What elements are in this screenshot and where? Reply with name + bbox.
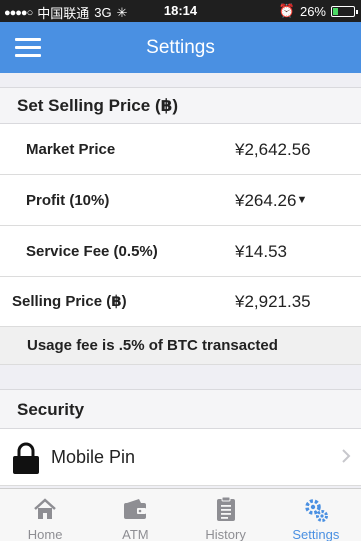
battery-icon xyxy=(331,5,358,17)
status-right: ⏰ 26% xyxy=(278,3,358,19)
chevron-right-icon xyxy=(342,449,351,463)
usage-fee-notice: Usage fee is .5% of BTC transacted xyxy=(0,327,361,365)
page-title: Settings xyxy=(146,37,215,58)
tab-atm[interactable]: ATM xyxy=(90,489,180,541)
clipboard-icon xyxy=(216,496,235,521)
mobile-pin-label: Mobile Pin xyxy=(51,447,136,467)
section-header-security: Security xyxy=(0,389,361,429)
tab-settings[interactable]: Settings xyxy=(271,489,361,541)
mobile-pin-row[interactable]: Mobile Pin xyxy=(0,429,361,486)
tab-history-label: History xyxy=(205,527,246,541)
service-fee-label: Service Fee (0.5%) xyxy=(26,243,158,260)
battery-percent: 26% xyxy=(299,3,326,19)
nav-bar: Settings xyxy=(0,22,361,73)
profit-label: Profit (10%) xyxy=(26,192,110,209)
profit-value[interactable]: ¥264.26▼ xyxy=(235,175,307,226)
section-header-selling-price: Set Selling Price (฿) xyxy=(0,87,361,124)
wallet-icon xyxy=(124,499,147,519)
selling-price-value: ¥2,921.35 xyxy=(235,292,311,311)
selling-price-label: Selling Price (฿) xyxy=(12,293,127,310)
battery-fill xyxy=(333,7,339,15)
dropdown-triangle-icon[interactable]: ▼ xyxy=(296,194,307,206)
lock-icon xyxy=(13,442,39,474)
tab-home-label: Home xyxy=(27,527,63,541)
tab-atm-label: ATM xyxy=(122,527,149,541)
home-icon xyxy=(34,498,56,519)
tab-history[interactable]: History xyxy=(181,489,271,541)
row-selling-price: Selling Price (฿) ¥2,921.35 xyxy=(0,277,361,327)
status-bar: ●●●●○ 中国联通 3G ✳ 18:14 ⏰ 26% xyxy=(0,0,361,22)
market-price-value: ¥2,642.56 xyxy=(235,140,311,159)
alarm-icon: ⏰ xyxy=(278,3,295,18)
tab-home[interactable]: Home xyxy=(0,489,90,541)
row-profit[interactable]: Profit (10%) ¥264.26▼ xyxy=(0,175,361,226)
profit-amount: ¥264.26 xyxy=(235,191,297,210)
service-fee-value: ¥14.53 xyxy=(235,242,287,261)
market-price-label: Market Price xyxy=(26,141,116,158)
tab-bar: Home ATM History Settings xyxy=(0,488,361,541)
gear-icon xyxy=(305,499,328,522)
row-market-price: Market Price ¥2,642.56 xyxy=(0,124,361,175)
tab-settings-label: Settings xyxy=(292,527,340,541)
row-service-fee: Service Fee (0.5%) ¥14.53 xyxy=(0,226,361,277)
